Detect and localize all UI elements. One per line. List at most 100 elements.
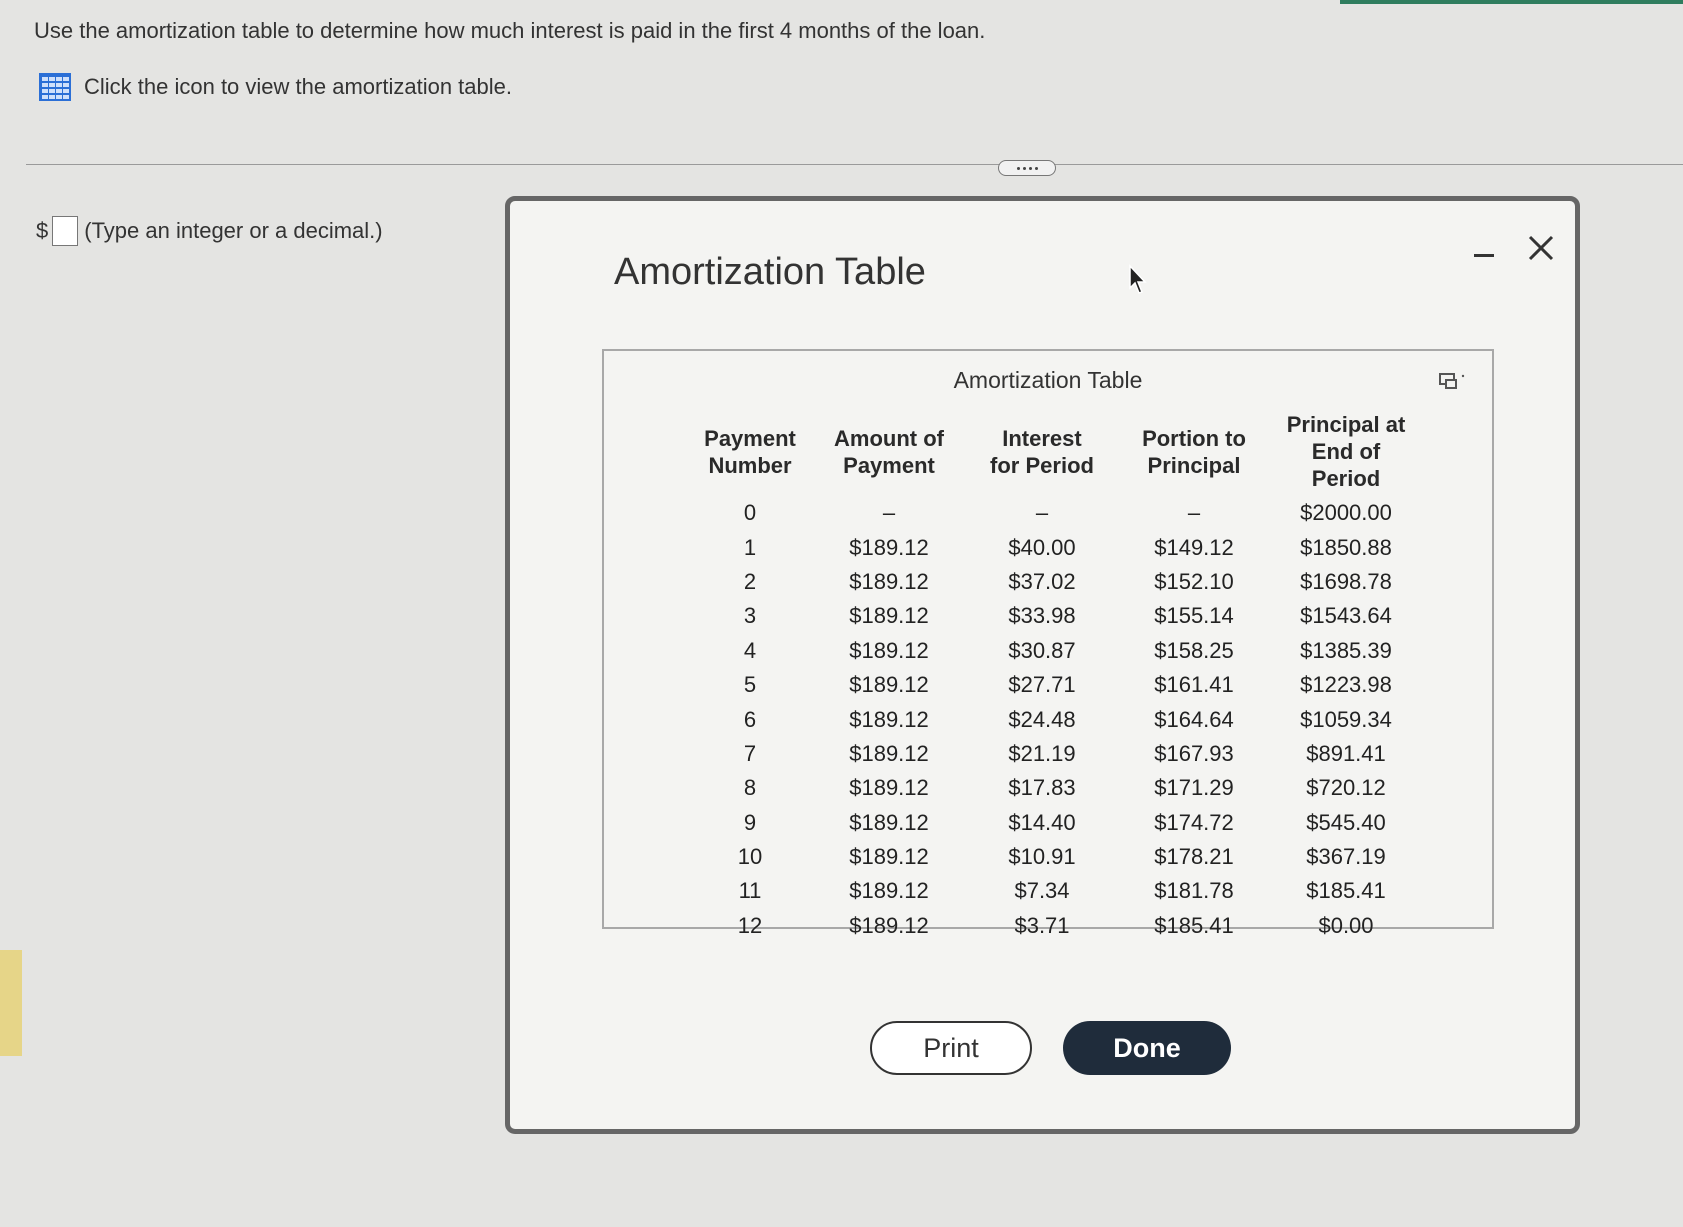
table-cell: $161.41	[1154, 672, 1234, 698]
top-accent-bar	[1340, 0, 1683, 4]
table-row: 12 $189.12 $3.71 $185.41 $0.00	[688, 909, 1422, 943]
table-cell: $189.12	[849, 809, 929, 835]
table-cell: 6	[743, 706, 757, 732]
dot-icon	[1016, 166, 1020, 170]
header-amount-of-payment: Amount of Payment	[834, 425, 944, 478]
amortization-table: Payment Number Amount of Payment Interest f…	[688, 411, 1422, 943]
table-cell: 4	[743, 637, 757, 663]
side-highlight-bar	[0, 950, 22, 1056]
table-row: 4 $189.12 $30.87 $158.25 $1385.39	[688, 634, 1422, 668]
table-row: 3 $189.12 $33.98 $155.14 $1543.64	[688, 599, 1422, 633]
view-table-label[interactable]: Click the icon to view the amortization …	[84, 74, 512, 100]
table-cell: 0	[743, 500, 757, 526]
table-cell: $17.83	[1008, 775, 1076, 801]
table-cell: 5	[743, 672, 757, 698]
table-cell: $1698.78	[1300, 568, 1392, 594]
table-caption: Amortization Table	[953, 367, 1143, 393]
table-row: 10 $189.12 $10.91 $178.21 $367.19	[688, 840, 1422, 874]
table-cell: $171.29	[1154, 775, 1234, 801]
answer-hint: (Type an integer or a decimal.)	[84, 218, 383, 243]
table-cell: $1543.64	[1300, 603, 1392, 629]
table-cell: $2000.00	[1300, 500, 1392, 526]
answer-input[interactable]	[52, 216, 79, 246]
table-row: 2 $189.12 $37.02 $152.10 $1698.78	[688, 565, 1422, 599]
dialog-title: Amortization Table	[614, 251, 926, 293]
table-cell: 11	[738, 878, 762, 904]
table-cell: $720.12	[1306, 775, 1386, 801]
view-table-link[interactable]: Click the icon to view the amortization …	[38, 72, 512, 102]
table-grid-icon[interactable]	[38, 72, 72, 102]
table-cell: $158.25	[1154, 637, 1234, 663]
table-cell: 12	[737, 912, 763, 938]
table-cell: $167.93	[1154, 740, 1234, 766]
table-frame: Amortization Table Payment Number Amount …	[602, 349, 1494, 938]
question-text: Use the amortization table to determine …	[34, 18, 986, 43]
header-payment-number: Payment Number	[704, 425, 796, 478]
done-button[interactable]: Done	[1063, 1021, 1231, 1075]
table-cell: $189.12	[849, 740, 929, 766]
table-header-row: Payment Number Amount of Payment Interest f…	[688, 411, 1422, 496]
currency-symbol: $	[36, 218, 49, 243]
table-row: 1 $189.12 $40.00 $149.12 $1850.88	[688, 530, 1422, 564]
dot-icon	[1028, 166, 1032, 170]
table-cell: $891.41	[1306, 740, 1386, 766]
section-divider	[26, 164, 1683, 165]
table-cell: $185.41	[1306, 878, 1386, 904]
print-button[interactable]: Print	[870, 1021, 1032, 1075]
popout-icon[interactable]	[1438, 371, 1466, 391]
table-cell: $189.12	[849, 706, 929, 732]
table-cell: 10	[737, 844, 763, 870]
table-cell: $14.40	[1008, 809, 1076, 835]
table-cell: 3	[743, 603, 757, 629]
minimize-icon[interactable]	[1472, 243, 1496, 267]
table-row: 8 $189.12 $17.83 $171.29 $720.12	[688, 771, 1422, 805]
table-cell: $189.12	[849, 672, 929, 698]
dot-icon	[1022, 166, 1026, 170]
table-cell: $30.87	[1008, 637, 1076, 663]
table-cell: 1	[743, 534, 757, 560]
table-cell: $21.19	[1008, 740, 1076, 766]
table-cell: 7	[743, 740, 757, 766]
table-cell: $152.10	[1154, 568, 1234, 594]
table-cell: $189.12	[849, 603, 929, 629]
amortization-dialog: Amortization Table Amortization Table Pa…	[505, 196, 1580, 1134]
table-cell: 8	[743, 775, 757, 801]
table-cell: $10.91	[1008, 844, 1076, 870]
table-cell: $189.12	[849, 912, 929, 938]
table-cell: $1850.88	[1300, 534, 1392, 560]
table-cell: $181.78	[1154, 878, 1234, 904]
table-cell: $545.40	[1306, 809, 1386, 835]
table-cell: –	[1187, 500, 1201, 526]
table-cell: $1223.98	[1300, 672, 1392, 698]
table-cell: –	[1035, 500, 1049, 526]
table-cell: $33.98	[1008, 603, 1076, 629]
table-row: 11 $189.12 $7.34 $181.78 $185.41	[688, 874, 1422, 908]
table-cell: $178.21	[1154, 844, 1234, 870]
table-cell: $189.12	[849, 568, 929, 594]
dot-icon	[1034, 166, 1038, 170]
table-row: 5 $189.12 $27.71 $161.41 $1223.98	[688, 668, 1422, 702]
table-cell: $40.00	[1008, 534, 1076, 560]
table-cell: $164.64	[1154, 706, 1234, 732]
header-portion-to-principal: Portion to Principal	[1142, 425, 1246, 478]
table-cell: $1385.39	[1300, 637, 1392, 663]
close-icon[interactable]	[1524, 231, 1558, 265]
table-cell: $7.34	[1014, 878, 1070, 904]
table-cell: $367.19	[1306, 844, 1386, 870]
table-cell: $189.12	[849, 844, 929, 870]
table-cell: $189.12	[849, 534, 929, 560]
expand-handle[interactable]	[998, 160, 1056, 176]
table-cell: $0.00	[1318, 912, 1374, 938]
table-cell: $155.14	[1154, 603, 1234, 629]
table-cell: $1059.34	[1300, 706, 1392, 732]
table-cell: $189.12	[849, 637, 929, 663]
table-cell: 2	[743, 568, 757, 594]
table-cell: $37.02	[1008, 568, 1076, 594]
table-row: 0 – – – $2000.00	[688, 496, 1422, 530]
table-cell: $149.12	[1154, 534, 1234, 560]
table-cell: $189.12	[849, 775, 929, 801]
header-interest-for-period: Interest for Period	[990, 425, 1094, 478]
table-cell: $3.71	[1014, 912, 1070, 938]
table-cell: 9	[743, 809, 757, 835]
table-cell: $189.12	[849, 878, 929, 904]
